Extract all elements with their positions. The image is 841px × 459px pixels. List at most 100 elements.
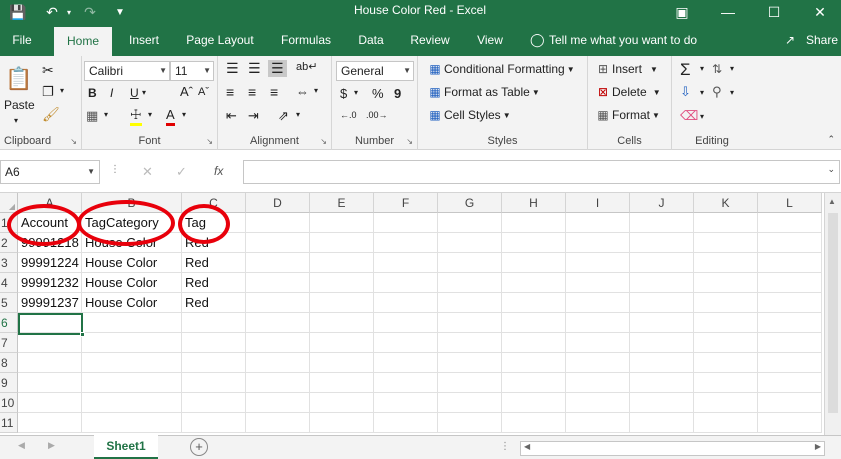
number-launcher-icon[interactable]: ↘ xyxy=(406,137,413,146)
cell-i4[interactable] xyxy=(566,273,630,293)
close-icon[interactable]: ✕ xyxy=(797,0,841,24)
cell-j2[interactable] xyxy=(630,233,694,253)
font-size-select[interactable]: 11 ▼ xyxy=(170,61,214,81)
clear-dropdown-icon[interactable]: ▾ xyxy=(700,112,704,121)
sort-filter-dropdown-icon[interactable]: ▾ xyxy=(730,64,734,73)
cell-e2[interactable] xyxy=(310,233,374,253)
cell-g1[interactable] xyxy=(438,213,502,233)
vertical-scroll-thumb[interactable] xyxy=(828,213,838,413)
underline-dropdown-icon[interactable]: ▾ xyxy=(142,88,146,97)
cell-d3[interactable] xyxy=(246,253,310,273)
fill-color-dropdown-icon[interactable]: ▾ xyxy=(148,110,152,119)
cell-f11[interactable] xyxy=(374,413,438,433)
cell-e5[interactable] xyxy=(310,293,374,313)
cell-b10[interactable] xyxy=(82,393,182,413)
cell-h9[interactable] xyxy=(502,373,566,393)
scroll-up-icon[interactable]: ▲ xyxy=(828,197,836,206)
cell-i1[interactable] xyxy=(566,213,630,233)
column-header-g[interactable]: G xyxy=(438,193,502,213)
copy-dropdown-icon[interactable]: ▾ xyxy=(60,86,64,95)
tab-view[interactable]: View xyxy=(468,24,512,56)
cell-b7[interactable] xyxy=(82,333,182,353)
orientation-icon[interactable]: ⇗ xyxy=(278,108,289,124)
wrap-text-icon[interactable]: ab↵ xyxy=(296,60,317,73)
cell-a11[interactable] xyxy=(18,413,82,433)
cell-j3[interactable] xyxy=(630,253,694,273)
tab-page-layout[interactable]: Page Layout xyxy=(180,24,260,56)
find-select-dropdown-icon[interactable]: ▾ xyxy=(730,88,734,97)
align-right-icon[interactable]: ≡ xyxy=(270,84,278,100)
cell-d1[interactable] xyxy=(246,213,310,233)
tab-review[interactable]: Review xyxy=(404,24,456,56)
cell-g9[interactable] xyxy=(438,373,502,393)
undo-dropdown-icon[interactable]: ▾ xyxy=(64,0,74,24)
cell-c11[interactable] xyxy=(182,413,246,433)
row-header-4[interactable]: 4 xyxy=(0,273,18,293)
cell-c6[interactable] xyxy=(182,313,246,333)
cell-i2[interactable] xyxy=(566,233,630,253)
align-middle-icon[interactable]: ☰ xyxy=(248,60,261,77)
borders-icon[interactable]: ▦ xyxy=(86,108,98,124)
ribbon-display-icon[interactable]: ▣ xyxy=(659,0,705,24)
cell-i9[interactable] xyxy=(566,373,630,393)
insert-cells-button[interactable]: ⊞ Insert ▼ xyxy=(594,62,658,76)
merge-dropdown-icon[interactable]: ▾ xyxy=(314,86,318,95)
italic-button[interactable]: I xyxy=(110,86,113,100)
tab-split-icon[interactable]: ⋮ xyxy=(500,441,510,452)
cell-d8[interactable] xyxy=(246,353,310,373)
clipboard-launcher-icon[interactable]: ↘ xyxy=(70,137,77,146)
cell-i5[interactable] xyxy=(566,293,630,313)
cell-l7[interactable] xyxy=(758,333,822,353)
cell-f8[interactable] xyxy=(374,353,438,373)
cell-i11[interactable] xyxy=(566,413,630,433)
cell-d2[interactable] xyxy=(246,233,310,253)
tab-file[interactable]: File xyxy=(4,24,40,56)
column-header-h[interactable]: H xyxy=(502,193,566,213)
cell-l4[interactable] xyxy=(758,273,822,293)
column-header-i[interactable]: I xyxy=(566,193,630,213)
increase-font-icon[interactable]: Aˆ xyxy=(180,84,193,99)
cell-k11[interactable] xyxy=(694,413,758,433)
cell-c8[interactable] xyxy=(182,353,246,373)
cell-c9[interactable] xyxy=(182,373,246,393)
cell-l5[interactable] xyxy=(758,293,822,313)
share-icon[interactable]: ↗ xyxy=(785,24,795,56)
scroll-left-icon[interactable]: ◀ xyxy=(524,442,530,451)
cell-d5[interactable] xyxy=(246,293,310,313)
tab-formulas[interactable]: Formulas xyxy=(274,24,338,56)
cell-g5[interactable] xyxy=(438,293,502,313)
cell-e7[interactable] xyxy=(310,333,374,353)
fill-dropdown-icon[interactable]: ▾ xyxy=(700,88,704,97)
cell-f4[interactable] xyxy=(374,273,438,293)
tab-home[interactable]: Home xyxy=(54,27,112,56)
cell-f7[interactable] xyxy=(374,333,438,353)
cell-e11[interactable] xyxy=(310,413,374,433)
cell-i7[interactable] xyxy=(566,333,630,353)
cell-j6[interactable] xyxy=(630,313,694,333)
cell-k2[interactable] xyxy=(694,233,758,253)
cell-d6[interactable] xyxy=(246,313,310,333)
cell-h7[interactable] xyxy=(502,333,566,353)
cell-b4[interactable]: House Color xyxy=(82,273,182,293)
cell-c10[interactable] xyxy=(182,393,246,413)
format-painter-icon[interactable]: 🖌 xyxy=(42,106,60,123)
decrease-decimal-icon[interactable]: .00→ xyxy=(366,110,388,120)
cell-l2[interactable] xyxy=(758,233,822,253)
column-header-e[interactable]: E xyxy=(310,193,374,213)
row-header-10[interactable]: 10 xyxy=(0,393,18,413)
decrease-indent-icon[interactable]: ⇤ xyxy=(226,108,237,124)
delete-cells-button[interactable]: ⊠ Delete ▼ xyxy=(594,85,661,99)
clear-icon[interactable]: ⌫ xyxy=(680,108,698,124)
align-bottom-icon[interactable]: ☰ xyxy=(268,60,287,77)
row-header-6[interactable]: 6 xyxy=(0,313,18,333)
cell-g2[interactable] xyxy=(438,233,502,253)
cell-b9[interactable] xyxy=(82,373,182,393)
new-sheet-button[interactable]: + xyxy=(190,438,208,456)
cell-k10[interactable] xyxy=(694,393,758,413)
maximize-icon[interactable]: ☐ xyxy=(751,0,797,24)
cell-k9[interactable] xyxy=(694,373,758,393)
cell-d11[interactable] xyxy=(246,413,310,433)
cell-e8[interactable] xyxy=(310,353,374,373)
column-header-j[interactable]: J xyxy=(630,193,694,213)
borders-dropdown-icon[interactable]: ▾ xyxy=(104,110,108,119)
